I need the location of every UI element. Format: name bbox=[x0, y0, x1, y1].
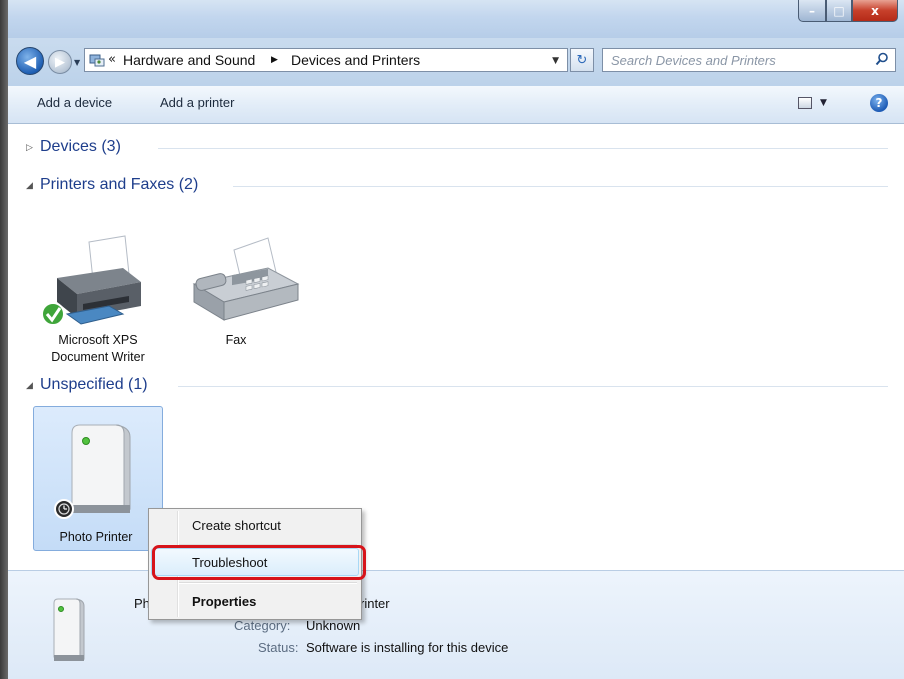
menu-separator bbox=[179, 582, 357, 584]
expand-arrow-icon[interactable]: ▷ bbox=[26, 143, 33, 153]
device-microsoft-xps-document-writer[interactable]: Microsoft XPS Document Writer bbox=[33, 232, 163, 372]
control-panel-icon bbox=[89, 54, 105, 67]
change-view-icon[interactable] bbox=[798, 97, 812, 109]
add-printer-button[interactable]: Add a printer bbox=[160, 95, 234, 110]
forward-arrow-icon[interactable]: ▶ bbox=[48, 50, 72, 74]
window-controls: – □ x bbox=[798, 0, 898, 22]
view-options-dropdown-icon[interactable]: ▼ bbox=[820, 98, 827, 108]
device-label: Microsoft XPS Document Writer bbox=[51, 333, 145, 364]
highlight-annotation bbox=[152, 545, 366, 580]
details-device-name-end: rinter bbox=[360, 596, 390, 611]
minimize-button[interactable]: – bbox=[798, 0, 826, 22]
refresh-icon[interactable]: ↻ bbox=[570, 48, 594, 72]
group-divider bbox=[158, 148, 888, 149]
device-label: Photo Printer bbox=[59, 530, 133, 544]
device-fax[interactable]: Fax bbox=[178, 232, 308, 352]
printer-icon bbox=[41, 235, 141, 326]
details-status-label: Status: bbox=[258, 640, 299, 655]
collapse-arrow-icon[interactable]: ◢ bbox=[26, 381, 33, 391]
address-overflow[interactable]: « bbox=[108, 52, 116, 67]
group-unspecified[interactable]: ◢ Unspecified (1) bbox=[8, 376, 896, 398]
title-bar[interactable]: – □ x bbox=[8, 0, 904, 38]
help-icon[interactable]: ? bbox=[870, 94, 888, 112]
recent-pages-dropdown-icon[interactable]: ▼ bbox=[74, 58, 80, 67]
device-label: Fax bbox=[225, 333, 247, 347]
add-device-button[interactable]: Add a device bbox=[37, 95, 112, 110]
devices-and-printers-window: – □ x ◀ ▶ ▼ « Hardware and Sound ▶ Devic… bbox=[0, 0, 904, 679]
address-dropdown-icon[interactable]: ▼ bbox=[552, 56, 559, 66]
storage-device-icon bbox=[54, 424, 131, 519]
maximize-button[interactable]: □ bbox=[826, 0, 852, 22]
group-title[interactable]: Printers and Faxes (2) bbox=[40, 176, 207, 194]
group-printers-and-faxes[interactable]: ◢ Printers and Faxes (2) bbox=[8, 176, 896, 198]
group-title[interactable]: Devices (3) bbox=[40, 138, 129, 156]
menu-item-properties[interactable]: Properties bbox=[192, 594, 256, 609]
breadcrumb-separator-icon[interactable]: ▶ bbox=[271, 55, 278, 65]
background-window-edge bbox=[0, 0, 8, 679]
search-icon[interactable] bbox=[875, 52, 889, 66]
breadcrumb-devices-and-printers[interactable]: Devices and Printers bbox=[291, 52, 420, 68]
device-photo-printer[interactable]: Photo Printer bbox=[33, 406, 163, 551]
details-category-label: Category: bbox=[234, 618, 291, 633]
group-title[interactable]: Unspecified (1) bbox=[40, 376, 156, 394]
details-pane: Ph rinter Category: Unknown Status: Soft… bbox=[8, 570, 904, 679]
group-devices[interactable]: ▷ Devices (3) bbox=[8, 138, 896, 160]
command-bar: Add a device Add a printer ▼ ? bbox=[8, 86, 904, 124]
details-status-value: Software is installing for this device bbox=[306, 640, 509, 655]
search-input[interactable]: Search Devices and Printers bbox=[602, 48, 896, 72]
group-divider bbox=[233, 186, 888, 187]
collapse-arrow-icon[interactable]: ◢ bbox=[26, 181, 33, 191]
search-placeholder: Search Devices and Printers bbox=[611, 53, 776, 68]
address-bar[interactable]: « Hardware and Sound ▶ Devices and Print… bbox=[84, 48, 568, 72]
menu-item-create-shortcut[interactable]: Create shortcut bbox=[192, 518, 281, 533]
storage-device-icon bbox=[53, 598, 85, 661]
breadcrumb-hardware-and-sound[interactable]: Hardware and Sound bbox=[123, 52, 255, 68]
fax-icon bbox=[192, 237, 300, 321]
details-category-value: Unknown bbox=[306, 618, 361, 633]
back-arrow-icon[interactable]: ◀ bbox=[16, 47, 44, 75]
close-button[interactable]: x bbox=[852, 0, 898, 22]
group-divider bbox=[178, 386, 888, 387]
